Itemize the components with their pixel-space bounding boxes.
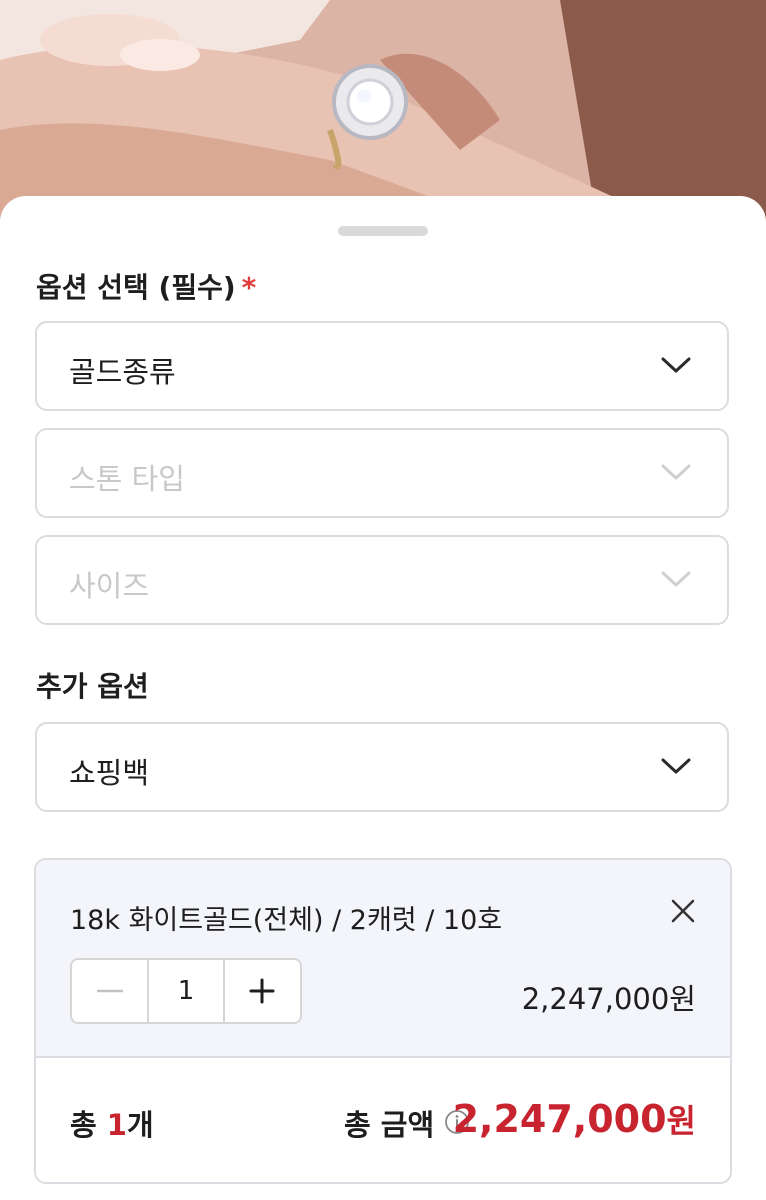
- cart-item: 18k 화이트골드(전체) / 2캐럿 / 10호 1 2,247,000원: [36, 860, 730, 1058]
- chevron-down-icon: [661, 571, 691, 587]
- total-count-value: 1: [106, 1108, 127, 1142]
- total-amount-label: 총 금액: [344, 1108, 435, 1142]
- size-select[interactable]: 사이즈: [35, 535, 729, 625]
- minus-icon: [96, 989, 123, 993]
- chevron-down-icon: [661, 357, 691, 373]
- quantity-stepper: 1: [70, 958, 302, 1024]
- chevron-down-icon: [661, 758, 691, 774]
- cart-item-price: 2,247,000원: [521, 982, 696, 1016]
- cart-summary: 18k 화이트골드(전체) / 2캐럿 / 10호 1 2,247,000원 총…: [34, 858, 732, 1184]
- total-amount: 2,247,000원: [452, 1097, 696, 1141]
- stone-type-select[interactable]: 스톤 타입: [35, 428, 729, 518]
- chevron-down-icon: [661, 464, 691, 480]
- gold-type-select[interactable]: 골드종류: [35, 321, 729, 411]
- increase-button[interactable]: [225, 960, 300, 1022]
- required-mark: *: [241, 271, 257, 304]
- required-options-title: 옵션 선택 (필수) *: [36, 271, 257, 304]
- close-icon[interactable]: [670, 898, 696, 924]
- select-label: 스톤 타입: [69, 462, 185, 496]
- plus-icon: [249, 978, 275, 1004]
- select-label: 골드종류: [69, 355, 176, 389]
- decrease-button[interactable]: [72, 960, 147, 1022]
- total-count: 총 1개: [70, 1108, 154, 1142]
- extra-options-title: 추가 옵션: [36, 670, 149, 703]
- quantity-value[interactable]: 1: [147, 960, 225, 1022]
- drag-handle[interactable]: [338, 226, 428, 236]
- cart-item-name: 18k 화이트골드(전체) / 2캐럿 / 10호: [70, 905, 503, 936]
- select-label: 쇼핑백: [69, 756, 150, 790]
- select-label: 사이즈: [69, 569, 150, 603]
- shopping-bag-select[interactable]: 쇼핑백: [35, 722, 729, 812]
